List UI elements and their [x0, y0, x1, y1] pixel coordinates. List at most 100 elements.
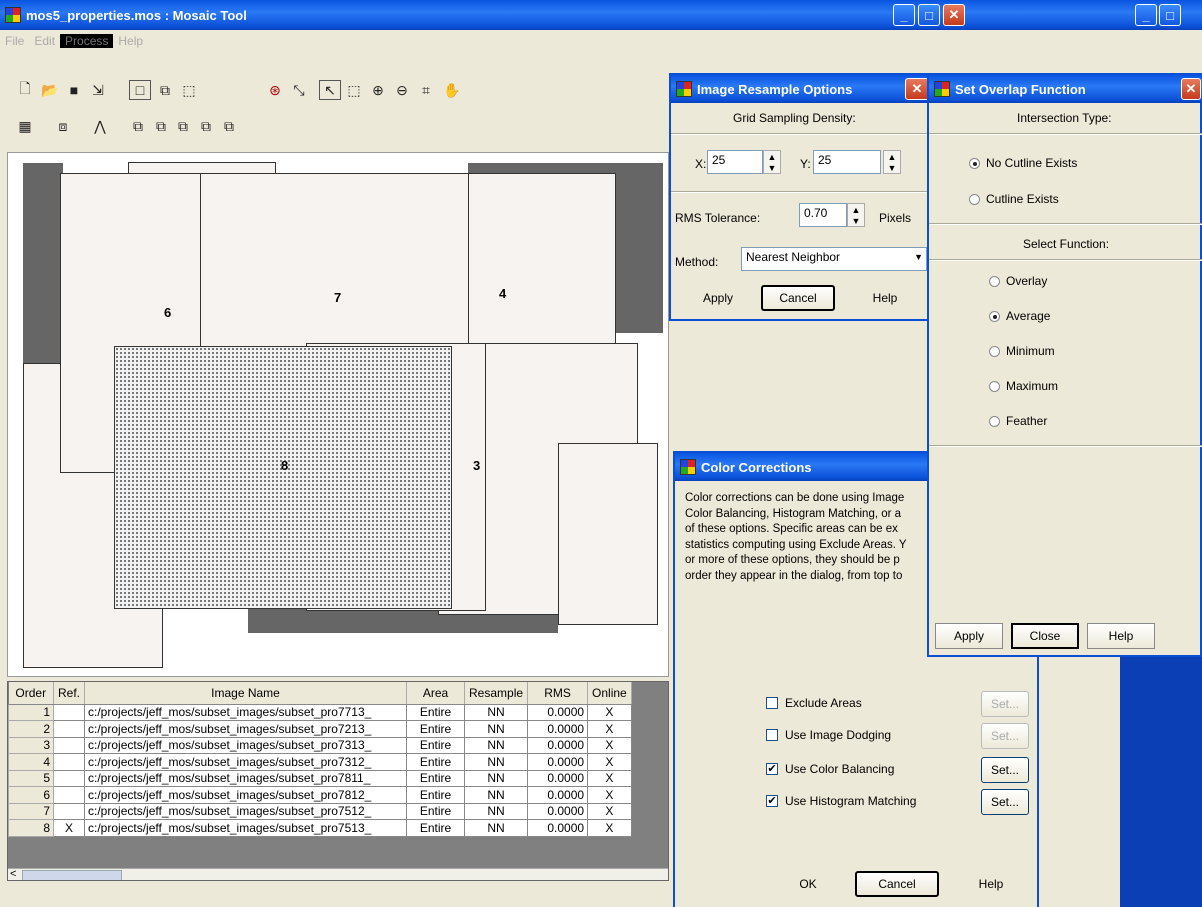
scroll-left-icon[interactable]: <: [10, 868, 16, 880]
row-ref-cell[interactable]: [52, 703, 86, 721]
maximum-radio[interactable]: [989, 381, 1000, 392]
menu-file[interactable]: File: [0, 34, 29, 48]
row-area-cell[interactable]: Entire: [406, 802, 466, 820]
export-icon[interactable]: ⇲: [87, 80, 109, 100]
mosaic-canvas[interactable]: 6 7 4 3 8: [7, 152, 669, 677]
stack-reverse-icon[interactable]: ⧉: [218, 116, 240, 136]
row-order-cell[interactable]: 5: [8, 769, 54, 787]
y-spinner[interactable]: ▲ ▼: [883, 150, 901, 174]
rms-spinner[interactable]: ▲ ▼: [847, 203, 865, 227]
row-area-cell[interactable]: Entire: [406, 703, 466, 721]
row-area-cell[interactable]: Entire: [406, 769, 466, 787]
row-ref-cell[interactable]: [52, 753, 86, 771]
row-image-name-cell[interactable]: c:/projects/jeff_mos/subset_images/subse…: [84, 736, 408, 754]
row-online-cell[interactable]: X: [587, 720, 632, 738]
close-icon[interactable]: ✕: [1181, 78, 1201, 100]
row-order-cell[interactable]: 8: [8, 819, 54, 837]
row-ref-cell[interactable]: [52, 802, 86, 820]
mosaic-tile[interactable]: [558, 443, 658, 625]
feather-radio[interactable]: [989, 416, 1000, 427]
row-area-cell[interactable]: Entire: [406, 819, 466, 837]
row-resample-cell[interactable]: NN: [464, 769, 529, 787]
row-image-name-cell[interactable]: c:/projects/jeff_mos/subset_images/subse…: [84, 720, 408, 738]
row-image-name-cell[interactable]: c:/projects/jeff_mos/subset_images/subse…: [84, 703, 408, 721]
zoom-out-icon[interactable]: ⊖: [391, 80, 413, 100]
image-dodging-checkbox[interactable]: [766, 729, 778, 741]
color-balancing-checkbox[interactable]: ✔: [766, 763, 778, 775]
method-select[interactable]: Nearest Neighbor ▼: [741, 247, 927, 271]
minimum-radio[interactable]: [989, 346, 1000, 357]
row-rms-cell[interactable]: 0.0000: [527, 769, 589, 787]
select-area-icon[interactable]: ⬚: [178, 80, 200, 100]
close-icon[interactable]: ✕: [943, 4, 965, 26]
row-area-cell[interactable]: Entire: [406, 753, 466, 771]
apply-button[interactable]: Apply: [935, 623, 1003, 649]
row-rms-cell[interactable]: 0.0000: [527, 819, 589, 837]
maximize-icon[interactable]: □: [918, 4, 940, 26]
stack-down-icon[interactable]: ⧉: [195, 116, 217, 136]
row-image-name-cell[interactable]: c:/projects/jeff_mos/subset_images/subse…: [84, 769, 408, 787]
zoom-in-icon[interactable]: ⊕: [367, 80, 389, 100]
apply-button[interactable]: Apply: [679, 285, 757, 311]
row-online-cell[interactable]: X: [587, 736, 632, 754]
row-image-name-cell[interactable]: c:/projects/jeff_mos/subset_images/subse…: [84, 819, 408, 837]
row-resample-cell[interactable]: NN: [464, 703, 529, 721]
column-header-online[interactable]: Online: [587, 682, 632, 705]
ok-button[interactable]: OK: [779, 871, 837, 897]
row-order-cell[interactable]: 2: [8, 720, 54, 738]
table-row[interactable]: 8 Xc:/projects/jeff_mos/subset_images/sub…: [8, 819, 632, 837]
row-resample-cell[interactable]: NN: [464, 736, 529, 754]
row-area-cell[interactable]: Entire: [406, 736, 466, 754]
fit-to-window-icon[interactable]: ⤡: [288, 80, 310, 100]
table-row[interactable]: 2 c:/projects/jeff_mos/subset_images/subs…: [8, 720, 632, 738]
color-target-icon[interactable]: ⊛: [264, 80, 286, 100]
column-header-area[interactable]: Area: [406, 682, 466, 705]
single-view-icon[interactable]: □: [129, 80, 151, 100]
column-header-ref[interactable]: Ref.: [53, 682, 86, 705]
stack-up-icon[interactable]: ⧉: [172, 116, 194, 136]
row-resample-cell[interactable]: NN: [464, 819, 529, 837]
table-row[interactable]: 3 c:/projects/jeff_mos/subset_images/subs…: [8, 736, 632, 754]
x-spinner[interactable]: ▲ ▼: [763, 150, 781, 174]
rms-input[interactable]: 0.70: [799, 203, 847, 227]
chevron-down-icon[interactable]: ▼: [914, 252, 923, 262]
row-online-cell[interactable]: X: [587, 753, 632, 771]
row-ref-cell[interactable]: X: [52, 819, 86, 837]
y-input[interactable]: 25: [813, 150, 881, 174]
x-input[interactable]: 25: [707, 150, 763, 174]
row-area-cell[interactable]: Entire: [406, 720, 466, 738]
row-rms-cell[interactable]: 0.0000: [527, 720, 589, 738]
image-dodging-set-button[interactable]: Set...: [981, 723, 1029, 749]
row-order-cell[interactable]: 6: [8, 786, 54, 804]
row-resample-cell[interactable]: NN: [464, 802, 529, 820]
row-ref-cell[interactable]: [52, 769, 86, 787]
open-folder-icon[interactable]: 📂: [39, 80, 61, 100]
row-image-name-cell[interactable]: c:/projects/jeff_mos/subset_images/subse…: [84, 786, 408, 804]
overlay-radio[interactable]: [989, 276, 1000, 287]
new-file-icon[interactable]: 🗋: [14, 80, 36, 100]
row-resample-cell[interactable]: NN: [464, 720, 529, 738]
table-icon[interactable]: ▦: [14, 116, 36, 136]
column-header-image-name[interactable]: Image Name: [84, 682, 408, 705]
help-button[interactable]: Help: [846, 285, 924, 311]
pointer-icon[interactable]: ↖: [319, 80, 341, 100]
row-online-cell[interactable]: X: [587, 703, 632, 721]
cancel-button[interactable]: Cancel: [761, 285, 835, 311]
menu-edit[interactable]: Edit: [29, 34, 60, 48]
scroll-thumb[interactable]: [22, 870, 122, 880]
average-radio[interactable]: [989, 311, 1000, 322]
cancel-button[interactable]: Cancel: [855, 871, 939, 897]
histogram-matching-checkbox[interactable]: ✔: [766, 795, 778, 807]
row-online-cell[interactable]: X: [587, 819, 632, 837]
row-online-cell[interactable]: X: [587, 802, 632, 820]
row-image-name-cell[interactable]: c:/projects/jeff_mos/subset_images/subse…: [84, 802, 408, 820]
minimize-icon[interactable]: _: [893, 4, 915, 26]
exclude-areas-checkbox[interactable]: [766, 697, 778, 709]
table-row[interactable]: 1 c:/projects/jeff_mos/subset_images/subs…: [8, 703, 632, 721]
row-order-cell[interactable]: 7: [8, 802, 54, 820]
row-resample-cell[interactable]: NN: [464, 753, 529, 771]
histogram-matching-set-button[interactable]: Set...: [981, 789, 1029, 815]
row-order-cell[interactable]: 1: [8, 703, 54, 721]
color-balancing-set-button[interactable]: Set...: [981, 757, 1029, 783]
stack-front-icon[interactable]: ⧉: [127, 116, 149, 136]
